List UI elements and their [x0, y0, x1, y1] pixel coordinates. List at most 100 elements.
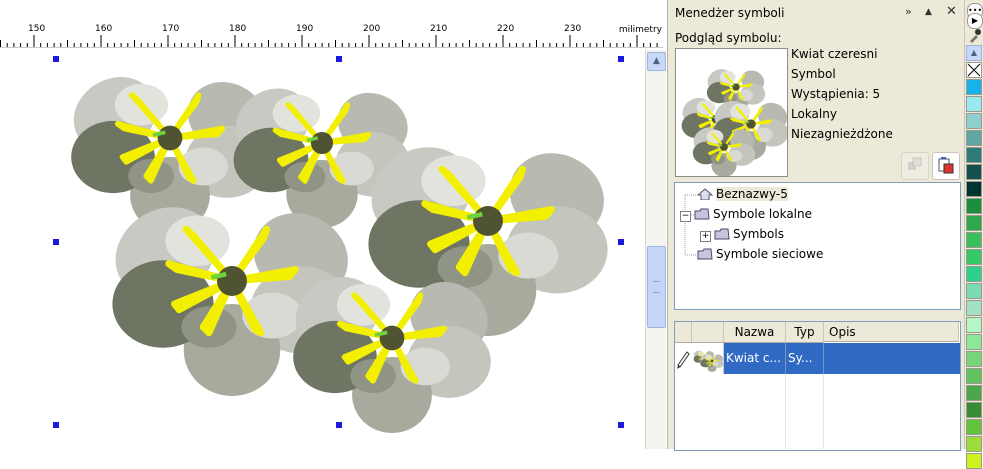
no-color-swatch[interactable]	[966, 62, 982, 78]
insert-symbol-icon	[938, 157, 954, 174]
selection-handle[interactable]	[618, 239, 624, 245]
expand-docker-icon[interactable]: »	[905, 5, 912, 18]
flower-thumbnail	[676, 63, 787, 176]
flower-artwork[interactable]	[0, 48, 644, 449]
color-swatch[interactable]	[966, 164, 982, 180]
docker-title: Menedżer symboli	[675, 6, 785, 20]
tree-item-label: Symbole sieciowe	[716, 247, 824, 261]
color-swatch[interactable]	[966, 113, 982, 129]
color-swatch[interactable]	[966, 419, 982, 435]
horizontal-ruler[interactable]: 150 160 170 180 190 200 210 220 230 mili…	[0, 22, 663, 48]
column-divider	[785, 374, 786, 449]
scroll-thumb[interactable]	[647, 246, 666, 328]
symbol-library-tree[interactable]: Beznazwy-5 − Symbole lokalne + Symbols Sym…	[674, 182, 961, 310]
flower-thumbnail	[692, 348, 725, 373]
tree-item-label: Symbole lokalne	[713, 207, 812, 221]
color-swatch[interactable]	[966, 402, 982, 418]
eyedropper-button[interactable]	[966, 28, 982, 44]
tree-item-symbole-lokalne[interactable]: − Symbole lokalne	[680, 207, 812, 222]
ruler-label: 170	[162, 24, 180, 34]
row-type: Sy...	[788, 351, 813, 365]
color-swatch[interactable]	[966, 453, 982, 469]
color-swatch[interactable]	[966, 368, 982, 384]
color-swatch[interactable]	[966, 266, 982, 282]
tree-item-label: Symbols	[733, 227, 784, 241]
pencil-icon	[677, 351, 690, 369]
color-swatch[interactable]	[966, 79, 982, 95]
play-icon: ▶	[971, 16, 979, 25]
vertical-scrollbar[interactable]: ▲	[645, 50, 666, 449]
selection-handle[interactable]	[618, 422, 624, 428]
drawing-canvas[interactable]	[0, 48, 644, 449]
collapse-docker-icon[interactable]: ▲	[925, 7, 932, 17]
column-divider	[785, 343, 786, 374]
grip-icon	[653, 281, 660, 293]
insert-symbol-button[interactable]	[932, 152, 960, 180]
selection-handle[interactable]	[336, 56, 342, 62]
color-swatch[interactable]	[966, 351, 982, 367]
color-palette: ••• ▶ ▲	[964, 0, 983, 469]
selection-handle[interactable]	[336, 422, 342, 428]
tree-item-label: Beznazwy-5	[716, 187, 788, 201]
convert-icon	[908, 157, 922, 170]
color-swatch[interactable]	[966, 130, 982, 146]
eyedropper-icon	[970, 29, 981, 43]
selection-handle[interactable]	[53, 56, 59, 62]
color-swatch[interactable]	[966, 436, 982, 452]
color-swatch[interactable]	[966, 181, 982, 197]
column-header-edit[interactable]	[675, 322, 692, 343]
no-color-icon	[967, 63, 981, 77]
selection-handle[interactable]	[618, 56, 624, 62]
color-swatch[interactable]	[966, 317, 982, 333]
symbol-instances: Wystąpienia: 5	[791, 87, 881, 101]
convert-to-objects-button[interactable]	[901, 152, 929, 180]
expand-icon[interactable]: +	[700, 231, 711, 242]
color-swatch[interactable]	[966, 198, 982, 214]
column-header-preview[interactable]	[692, 322, 724, 343]
symbol-nesting: Niezagnieżdżone	[791, 127, 893, 141]
column-header-name[interactable]: Nazwa	[724, 322, 786, 343]
docker-title-bar: Menedżer symboli » ▲ ✕	[668, 0, 965, 27]
scroll-up-button[interactable]: ▲	[647, 52, 666, 71]
palette-flyout-button[interactable]: ▶	[967, 13, 983, 29]
ruler-label: 230	[564, 24, 582, 34]
folder-icon	[694, 208, 710, 220]
ruler-label: 180	[229, 24, 247, 34]
color-swatch[interactable]	[966, 96, 982, 112]
thumbnail-cell	[692, 343, 725, 374]
ruler-label: 190	[296, 24, 314, 34]
column-header-type[interactable]: Typ	[786, 322, 824, 343]
color-swatch[interactable]	[966, 283, 982, 299]
symbol-manager-docker: Menedżer symboli » ▲ ✕ Podgląd symbolu: …	[667, 0, 965, 451]
ruler-label: 220	[497, 24, 515, 34]
ruler-label: 150	[28, 24, 46, 34]
selection-handle[interactable]	[53, 239, 59, 245]
home-icon	[697, 188, 713, 200]
column-header-description[interactable]: Opis	[824, 322, 959, 342]
symbol-preview	[675, 48, 788, 177]
tree-item-beznazwy-5[interactable]: Beznazwy-5	[697, 187, 788, 201]
edit-cell[interactable]	[675, 343, 692, 374]
close-icon[interactable]: ✕	[946, 4, 957, 19]
row-name: Kwiat c...	[726, 351, 781, 365]
collapse-icon[interactable]: −	[680, 211, 691, 222]
color-swatch[interactable]	[966, 300, 982, 316]
selection-handle[interactable]	[53, 422, 59, 428]
tree-lines	[684, 194, 711, 256]
color-swatch[interactable]	[966, 147, 982, 163]
color-swatch[interactable]	[966, 249, 982, 265]
symbol-scope: Lokalny	[791, 107, 837, 121]
palette-scroll-up[interactable]: ▲	[966, 45, 982, 61]
tree-item-symbole-sieciowe[interactable]: Symbole sieciowe	[697, 247, 823, 261]
color-swatch[interactable]	[966, 334, 982, 350]
color-swatch[interactable]	[966, 232, 982, 248]
ruler-label: 200	[363, 24, 381, 34]
symbol-list[interactable]: Nazwa Typ Opis Kwiat c... Sy...	[674, 321, 961, 451]
folder-icon	[697, 248, 713, 260]
table-row[interactable]: Kwiat c... Sy...	[675, 343, 960, 374]
column-divider	[823, 343, 824, 374]
color-swatch[interactable]	[966, 385, 982, 401]
color-swatch[interactable]	[966, 215, 982, 231]
ruler-label: 160	[95, 24, 113, 34]
tree-item-symbols[interactable]: + Symbols	[700, 227, 784, 242]
